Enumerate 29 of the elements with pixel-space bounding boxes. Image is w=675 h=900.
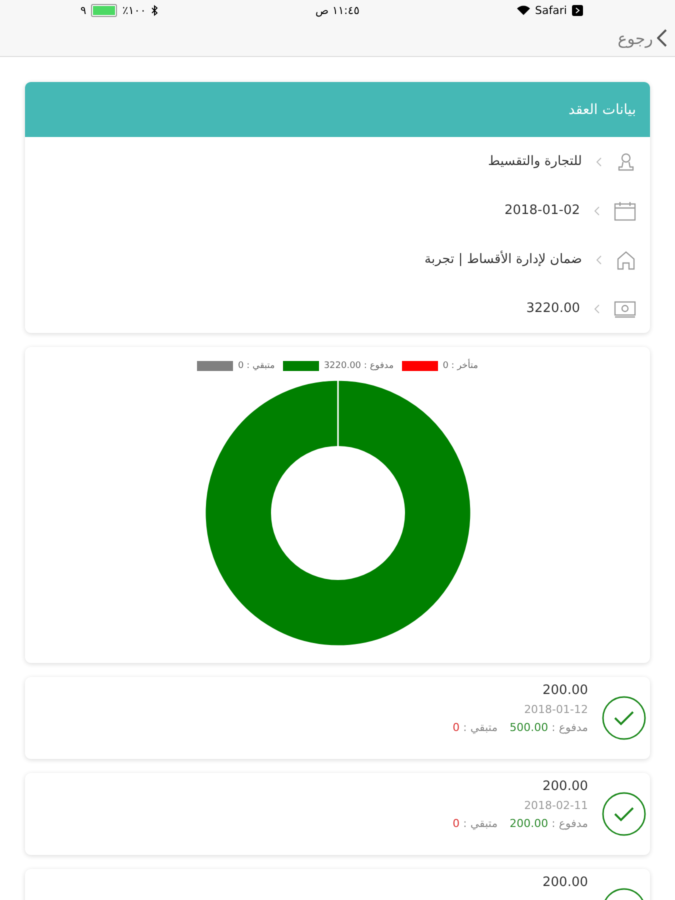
installment-amount: 200.00 (542, 875, 588, 890)
app-name: Safari (534, 4, 567, 16)
chevron-left-icon (657, 29, 667, 47)
house-icon (616, 250, 636, 270)
chevron-icon (596, 156, 602, 166)
chevron-icon (596, 254, 602, 264)
detail-text: ضمان لإدارة الأقساط | تجربة (424, 252, 582, 267)
detail-text: للتجارة والتقسيط (488, 154, 582, 169)
calendar-icon (614, 200, 636, 220)
bluetooth-icon (151, 4, 158, 16)
card-title: بيانات العقد (568, 102, 636, 118)
person-icon (616, 152, 636, 172)
chevron-icon (594, 206, 600, 216)
battery-percent: ٪١٠٠ (122, 4, 146, 16)
installment-card[interactable]: 200.00 (25, 869, 650, 900)
charging-mark: ٩ (80, 4, 86, 16)
wifi-icon (516, 5, 530, 15)
installment-date: 2018-02-11 (524, 799, 588, 812)
chevron-icon (594, 304, 600, 314)
back-to-app-icon[interactable] (572, 4, 583, 16)
detail-text: 2018-01-02 (504, 203, 580, 218)
installment-amount: 200.00 (542, 779, 588, 794)
back-button[interactable]: رجوع (618, 28, 667, 48)
battery-icon (91, 4, 118, 16)
installment-date: 2018-01-12 (524, 703, 588, 716)
banknote-icon (614, 300, 636, 318)
installment-amount: 200.00 (542, 683, 588, 698)
clock: ١١:٤٥ ص (315, 4, 360, 16)
detail-text: 3220.00 (526, 301, 580, 316)
